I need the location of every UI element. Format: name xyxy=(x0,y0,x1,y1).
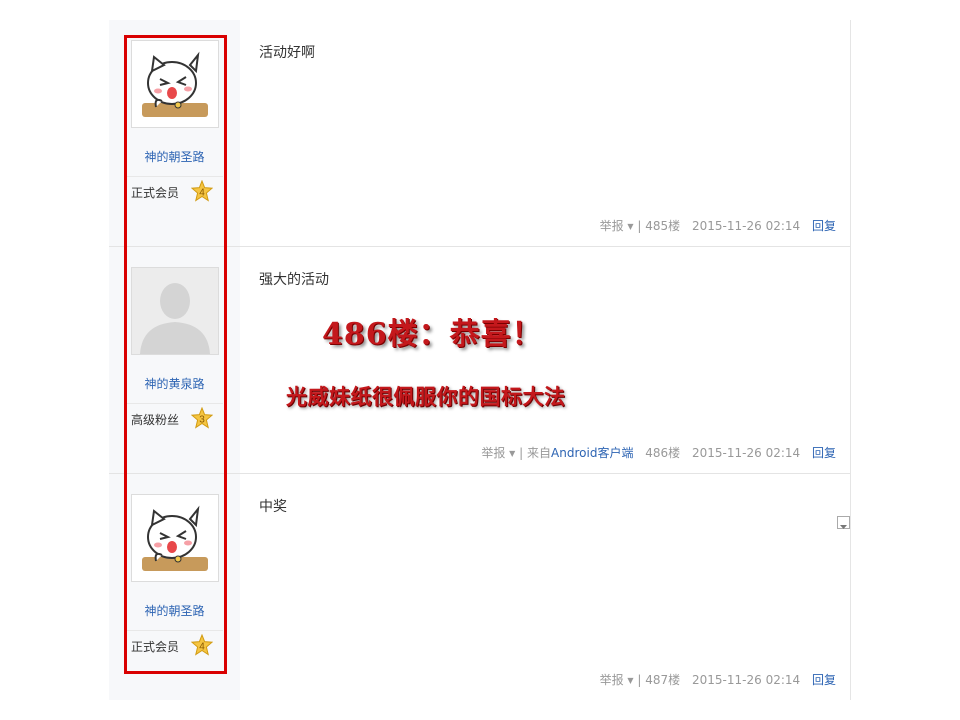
floor-number: 486楼 xyxy=(645,446,681,460)
post-footer: 举报 ▼ | 来自Android客户端 486楼 2015-11-26 02:1… xyxy=(481,444,836,461)
report-button[interactable]: 举报 ▼ xyxy=(600,219,634,233)
source-prefix: 来自 xyxy=(527,446,552,460)
divider: | xyxy=(637,673,642,687)
member-level: 正式会员 4 xyxy=(127,176,223,205)
level-number: 4 xyxy=(199,642,205,653)
username-link[interactable]: 神的朝圣路 xyxy=(109,148,240,165)
chevron-down-icon xyxy=(840,525,847,529)
avatar[interactable] xyxy=(131,267,219,355)
caret-down-icon: ▼ xyxy=(509,449,516,458)
post-time: 2015-11-26 02:14 xyxy=(692,673,801,687)
level-star-icon: 4 xyxy=(191,180,213,202)
report-button[interactable]: 举报 ▼ xyxy=(600,673,634,687)
post-time: 2015-11-26 02:14 xyxy=(692,446,801,460)
member-level: 高级粉丝 3 xyxy=(127,403,223,432)
username-link[interactable]: 神的朝圣路 xyxy=(109,602,240,619)
member-level: 正式会员 4 xyxy=(127,630,223,659)
floor-number: 487楼 xyxy=(645,673,681,687)
post-footer: 举报 ▼ | 485楼 2015-11-26 02:14 回复 xyxy=(600,217,836,234)
level-star-icon: 3 xyxy=(191,407,213,429)
username-link[interactable]: 神的黄泉路 xyxy=(109,375,240,392)
caret-down-icon: ▼ xyxy=(627,676,634,685)
post-item: 神的朝圣路 正式会员 4 中奖 举报 ▼ | 487楼 2015-11-26 0… xyxy=(109,474,850,700)
cat-sticker-icon xyxy=(132,495,218,581)
level-name: 正式会员 xyxy=(131,186,180,200)
client-source-link[interactable]: Android客户端 xyxy=(551,446,633,460)
level-name: 高级粉丝 xyxy=(131,413,180,427)
level-number: 3 xyxy=(199,415,205,426)
post-item: 神的黄泉路 高级粉丝 3 强大的活动 举报 ▼ | 来自Android客户端 4… xyxy=(109,247,850,473)
author-panel: 神的朝圣路 正式会员 4 xyxy=(109,20,240,246)
divider: | xyxy=(637,219,642,233)
caret-down-icon: ▼ xyxy=(627,222,634,231)
post-content: 中奖 xyxy=(259,499,287,515)
level-number: 4 xyxy=(199,188,205,199)
author-panel: 神的黄泉路 高级粉丝 3 xyxy=(109,247,240,473)
post-image-headline: 486楼：恭喜！ xyxy=(322,317,543,352)
post-content: 强大的活动 xyxy=(259,272,329,288)
post-content: 活动好啊 xyxy=(259,45,315,61)
report-button[interactable]: 举报 ▼ xyxy=(481,446,515,460)
floor-number: 485楼 xyxy=(645,219,681,233)
reply-button[interactable]: 回复 xyxy=(812,219,836,233)
level-name: 正式会员 xyxy=(131,640,180,654)
level-star-icon: 4 xyxy=(191,634,213,656)
reply-button[interactable]: 回复 xyxy=(812,673,836,687)
post-menu-toggle[interactable] xyxy=(837,516,850,529)
cat-sticker-icon xyxy=(132,41,218,127)
post-item: 神的朝圣路 正式会员 4 活动好啊 举报 ▼ | 485楼 2015-11-26… xyxy=(109,20,850,246)
avatar[interactable] xyxy=(131,494,219,582)
divider: | xyxy=(519,446,524,460)
default-person-icon xyxy=(132,268,218,354)
avatar[interactable] xyxy=(131,40,219,128)
post-time: 2015-11-26 02:14 xyxy=(692,219,801,233)
post-footer: 举报 ▼ | 487楼 2015-11-26 02:14 回复 xyxy=(600,671,836,688)
author-panel: 神的朝圣路 正式会员 4 xyxy=(109,474,240,700)
post-list: 神的朝圣路 正式会员 4 活动好啊 举报 ▼ | 485楼 2015-11-26… xyxy=(109,20,851,700)
reply-button[interactable]: 回复 xyxy=(812,446,836,460)
post-image-caption: 光威妹纸很佩服你的国标大法 xyxy=(286,384,566,409)
